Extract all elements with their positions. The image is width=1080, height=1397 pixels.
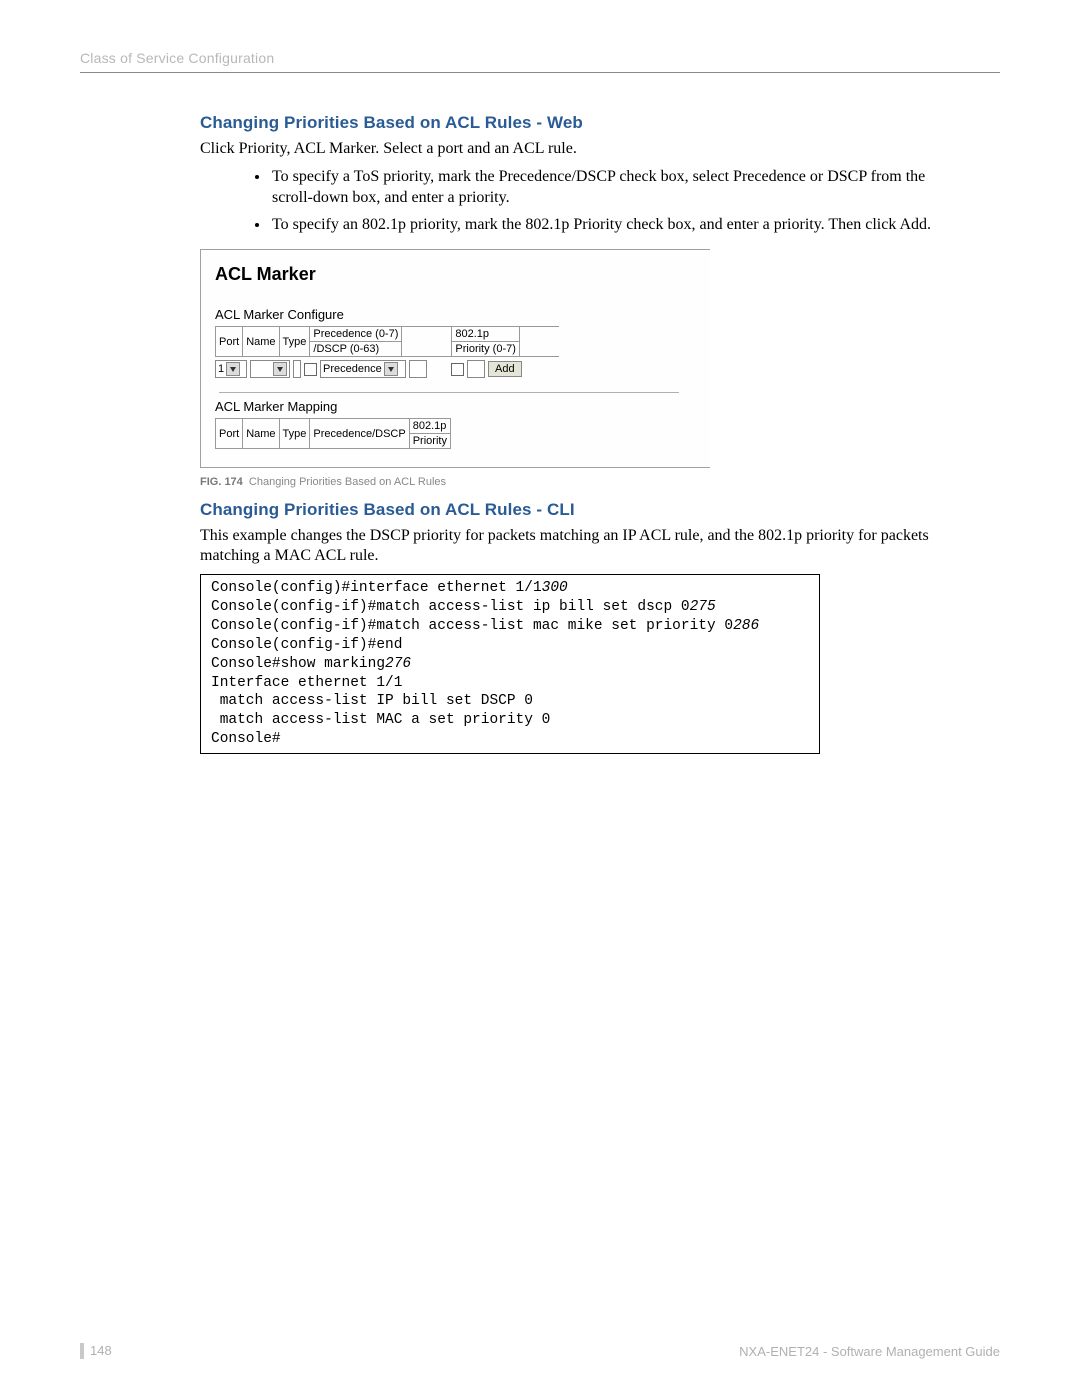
precedence-value-input[interactable] [409,360,427,378]
bullet-item: To specify a ToS priority, mark the Prec… [270,167,940,209]
acl-mapping-table: Port Name Type Precedence/DSCP 802.1p Pr… [215,418,451,449]
hdr-port: Port [216,327,243,357]
section-web-intro: Click Priority, ACL Marker. Select a por… [200,139,940,159]
port-select-value: 1 [218,363,224,375]
map-hdr-8021p-top: 802.1p [409,419,450,434]
add-button[interactable]: Add [488,361,522,377]
header-rule [80,72,1000,73]
section-web-title: Changing Priorities Based on ACL Rules -… [200,113,940,133]
figure-caption-text: Changing Priorities Based on ACL Rules [249,476,446,488]
precedence-checkbox[interactable] [304,363,317,376]
bullet-item: To specify an 802.1p priority, mark the … [270,215,940,236]
page-header: Class of Service Configuration [80,50,1000,72]
chevron-down-icon [226,362,240,376]
map-hdr-name: Name [243,419,279,449]
precedence-select-value: Precedence [323,363,382,375]
type-cell [293,360,301,378]
figure-title: ACL Marker [215,264,690,285]
name-select[interactable] [250,360,290,378]
map-hdr-type: Type [279,419,310,449]
figure-acl-marker: ACL Marker ACL Marker Configure Port Nam… [200,249,710,468]
figure-caption: FIG. 174 Changing Priorities Based on AC… [200,476,940,488]
port-select[interactable]: 1 [215,360,247,378]
divider [219,392,679,393]
chevron-down-icon [273,362,287,376]
hdr-8021p-top: 802.1p [452,327,520,342]
map-hdr-port: Port [216,419,243,449]
figure-caption-num: FIG. 174 [200,476,243,488]
hdr-type: Type [279,327,310,357]
footer-right: NXA-ENET24 - Software Management Guide [739,1344,1000,1359]
map-hdr-8021p-bot: Priority [409,434,450,449]
hdr-name: Name [243,327,279,357]
section-cli-intro: This example changes the DSCP priority f… [200,526,940,566]
cli-block: Console(config)#interface ethernet 1/130… [200,574,820,754]
hdr-precedence-bot: /DSCP (0-63) [310,342,402,357]
acl-configure-table: Port Name Type Precedence (0-7) 802.1p /… [215,326,559,357]
precedence-dscp-select[interactable]: Precedence [320,360,406,378]
page-number: 148 [80,1343,112,1359]
section-cli-title: Changing Priorities Based on ACL Rules -… [200,500,940,520]
page-footer: 148 NXA-ENET24 - Software Management Gui… [80,1343,1000,1359]
8021p-value-input[interactable] [467,360,485,378]
hdr-8021p-bot: Priority (0-7) [452,342,520,357]
acl-marker-configure-label: ACL Marker Configure [215,307,690,322]
acl-marker-mapping-label: ACL Marker Mapping [215,399,690,414]
hdr-precedence-top: Precedence (0-7) [310,327,402,342]
map-hdr-pd: Precedence/DSCP [310,419,409,449]
section-web-bullets: To specify a ToS priority, mark the Prec… [270,167,940,235]
chevron-down-icon [384,362,398,376]
acl-configure-row: 1 Precedence Add [215,360,690,378]
8021p-checkbox[interactable] [451,363,464,376]
